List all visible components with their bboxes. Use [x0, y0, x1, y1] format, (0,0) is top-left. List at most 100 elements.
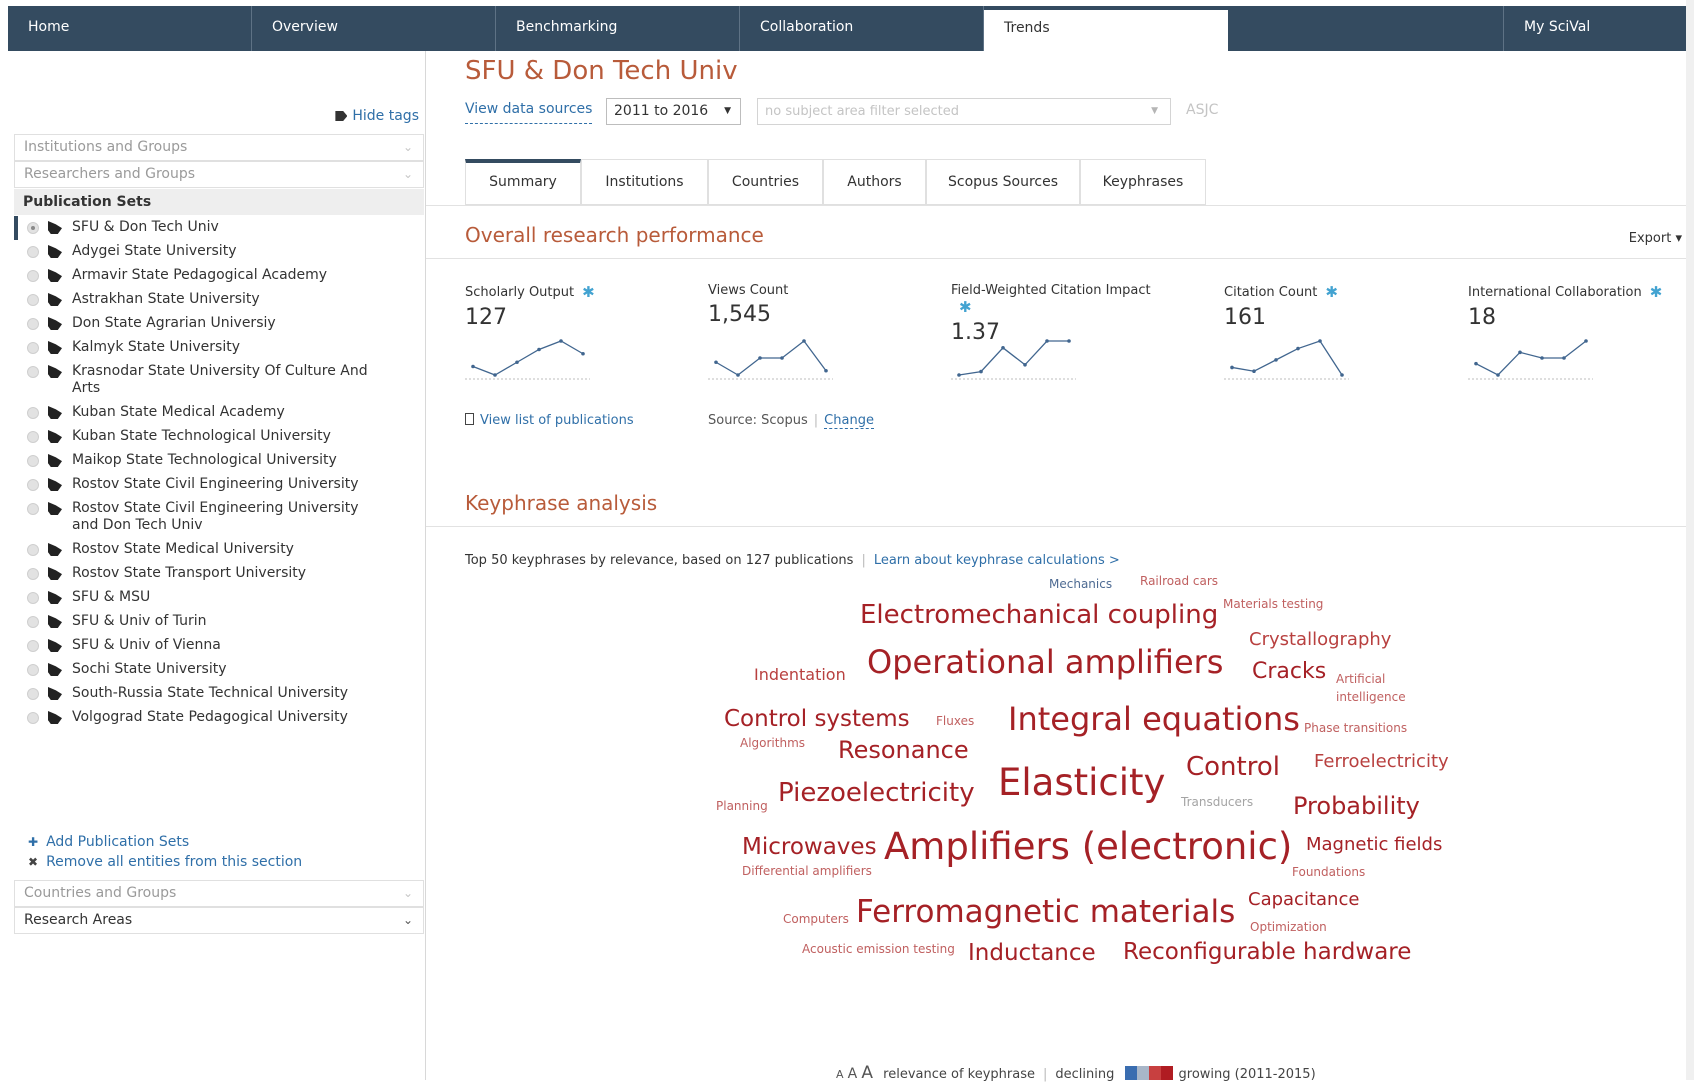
- nav-tab-benchmarking[interactable]: Benchmarking: [496, 6, 740, 51]
- publication-set-item[interactable]: Rostov State Transport University: [14, 562, 424, 586]
- keyphrase-item[interactable]: Probability: [1293, 794, 1420, 818]
- keyphrase-item[interactable]: Foundations: [1292, 866, 1365, 878]
- tag-flag-icon[interactable]: [48, 406, 62, 419]
- tag-flag-icon[interactable]: [48, 591, 62, 604]
- keyphrase-item[interactable]: intelligence: [1336, 691, 1406, 703]
- keyphrase-item[interactable]: Operational amplifiers: [867, 646, 1223, 678]
- radio-button[interactable]: [27, 640, 39, 652]
- tag-flag-icon[interactable]: [48, 543, 62, 556]
- tab-summary[interactable]: Summary: [465, 159, 581, 205]
- publication-set-item[interactable]: SFU & Don Tech Univ: [14, 216, 424, 240]
- nav-tab-collaboration[interactable]: Collaboration: [740, 6, 984, 51]
- tag-flag-icon[interactable]: [48, 221, 62, 234]
- radio-button[interactable]: [27, 616, 39, 628]
- tag-flag-icon[interactable]: [48, 478, 62, 491]
- radio-button[interactable]: [27, 664, 39, 676]
- radio-button[interactable]: [27, 712, 39, 724]
- publication-set-item[interactable]: Adygei State University: [14, 240, 424, 264]
- keyphrase-item[interactable]: Transducers: [1181, 796, 1253, 808]
- tag-flag-icon[interactable]: [48, 341, 62, 354]
- gear-icon[interactable]: ✱: [582, 283, 595, 301]
- keyphrase-item[interactable]: Microwaves: [742, 836, 877, 859]
- tag-flag-icon[interactable]: [48, 502, 62, 515]
- tab-countries[interactable]: Countries: [708, 159, 823, 205]
- section-institutions[interactable]: Institutions and Groups ⌄: [14, 134, 424, 161]
- radio-button[interactable]: [27, 455, 39, 467]
- keyphrase-item[interactable]: Electromechanical coupling: [860, 602, 1218, 628]
- radio-button[interactable]: [27, 544, 39, 556]
- radio-button[interactable]: [27, 366, 39, 378]
- tag-flag-icon[interactable]: [48, 245, 62, 258]
- tag-flag-icon[interactable]: [48, 269, 62, 282]
- keyphrase-item[interactable]: Mechanics: [1049, 578, 1112, 590]
- keyphrase-item[interactable]: Railroad cars: [1140, 575, 1218, 587]
- radio-button[interactable]: [27, 503, 39, 515]
- view-data-sources-link[interactable]: View data sources: [465, 101, 593, 124]
- tag-flag-icon[interactable]: [48, 711, 62, 724]
- radio-button[interactable]: [27, 294, 39, 306]
- keyphrase-item[interactable]: Control systems: [724, 708, 910, 731]
- publication-set-item[interactable]: SFU & MSU: [14, 586, 424, 610]
- tag-flag-icon[interactable]: [48, 430, 62, 443]
- tag-flag-icon[interactable]: [48, 615, 62, 628]
- tag-flag-icon[interactable]: [48, 293, 62, 306]
- publication-set-item[interactable]: Maikop State Technological University: [14, 449, 424, 473]
- tag-flag-icon[interactable]: [48, 454, 62, 467]
- gear-icon[interactable]: ✱: [959, 298, 972, 316]
- keyphrase-item[interactable]: Reconfigurable hardware: [1123, 941, 1411, 964]
- keyphrase-item[interactable]: Computers: [783, 913, 849, 925]
- keyphrase-item[interactable]: Algorithms: [740, 737, 805, 749]
- publication-set-item[interactable]: SFU & Univ of Vienna: [14, 634, 424, 658]
- section-publication-sets-header[interactable]: Publication Sets: [14, 189, 424, 215]
- radio-button[interactable]: [27, 222, 39, 234]
- radio-button[interactable]: [27, 431, 39, 443]
- publication-set-item[interactable]: Armavir State Pedagogical Academy: [14, 264, 424, 288]
- keyphrase-item[interactable]: Integral equations: [1008, 703, 1300, 735]
- change-source-link[interactable]: Change: [824, 413, 874, 429]
- keyphrase-item[interactable]: Artificial: [1336, 673, 1385, 685]
- nav-tab-home[interactable]: Home: [8, 6, 252, 51]
- keyphrase-item[interactable]: Cracks: [1252, 661, 1326, 683]
- keyphrase-item[interactable]: Indentation: [754, 667, 846, 683]
- radio-button[interactable]: [27, 688, 39, 700]
- keyphrase-item[interactable]: Magnetic fields: [1306, 836, 1442, 854]
- keyphrase-item[interactable]: Planning: [716, 800, 768, 812]
- nav-tab-overview[interactable]: Overview: [252, 6, 496, 51]
- publication-set-item[interactable]: Kalmyk State University: [14, 336, 424, 360]
- radio-button[interactable]: [27, 246, 39, 258]
- tag-flag-icon[interactable]: [48, 663, 62, 676]
- tag-flag-icon[interactable]: [48, 365, 62, 378]
- publication-set-item[interactable]: SFU & Univ of Turin: [14, 610, 424, 634]
- keyphrase-item[interactable]: Inductance: [968, 942, 1096, 965]
- publication-set-item[interactable]: Kuban State Technological University: [14, 425, 424, 449]
- subject-area-filter-select[interactable]: no subject area filter selected ▼: [757, 98, 1171, 125]
- keyphrase-item[interactable]: Piezoelectricity: [778, 780, 975, 806]
- keyphrase-item[interactable]: Ferromagnetic materials: [856, 897, 1235, 928]
- nav-tab-trends[interactable]: Trends: [984, 6, 1228, 51]
- publication-set-item[interactable]: Krasnodar State University Of Culture An…: [14, 360, 374, 401]
- export-button[interactable]: Export ▾: [1629, 231, 1682, 246]
- publication-set-item[interactable]: Sochi State University: [14, 658, 424, 682]
- keyphrase-item[interactable]: Optimization: [1250, 921, 1327, 933]
- remove-all-entities-link[interactable]: ✖ Remove all entities from this section: [28, 852, 302, 872]
- year-range-select[interactable]: 2011 to 2016 ▼: [606, 98, 741, 125]
- gear-icon[interactable]: ✱: [1650, 283, 1663, 301]
- keyphrase-item[interactable]: Ferroelectricity: [1314, 753, 1449, 771]
- keyphrase-item[interactable]: Acoustic emission testing: [802, 943, 955, 955]
- view-list-of-publications-link[interactable]: View list of publications: [465, 413, 634, 428]
- tag-flag-icon[interactable]: [48, 317, 62, 330]
- keyphrase-item[interactable]: Resonance: [838, 738, 969, 762]
- add-publication-sets-link[interactable]: ✚ Add Publication Sets: [28, 832, 302, 852]
- keyphrase-item[interactable]: Differential amplifiers: [742, 865, 872, 877]
- publication-set-item[interactable]: South-Russia State Technical University: [14, 682, 424, 706]
- keyphrase-item[interactable]: Control: [1186, 754, 1280, 780]
- keyphrase-item[interactable]: Fluxes: [936, 715, 974, 727]
- tag-flag-icon[interactable]: [48, 567, 62, 580]
- publication-set-item[interactable]: Rostov State Civil Engineering Universit…: [14, 497, 374, 538]
- publication-set-item[interactable]: Volgograd State Pedagogical University: [14, 706, 424, 730]
- radio-button[interactable]: [27, 592, 39, 604]
- publication-set-item[interactable]: Rostov State Civil Engineering Universit…: [14, 473, 424, 497]
- publication-set-item[interactable]: Don State Agrarian Universiy: [14, 312, 424, 336]
- learn-keyphrase-link[interactable]: Learn about keyphrase calculations >: [874, 553, 1120, 568]
- nav-tab-my-scival[interactable]: My SciVal: [1503, 6, 1687, 51]
